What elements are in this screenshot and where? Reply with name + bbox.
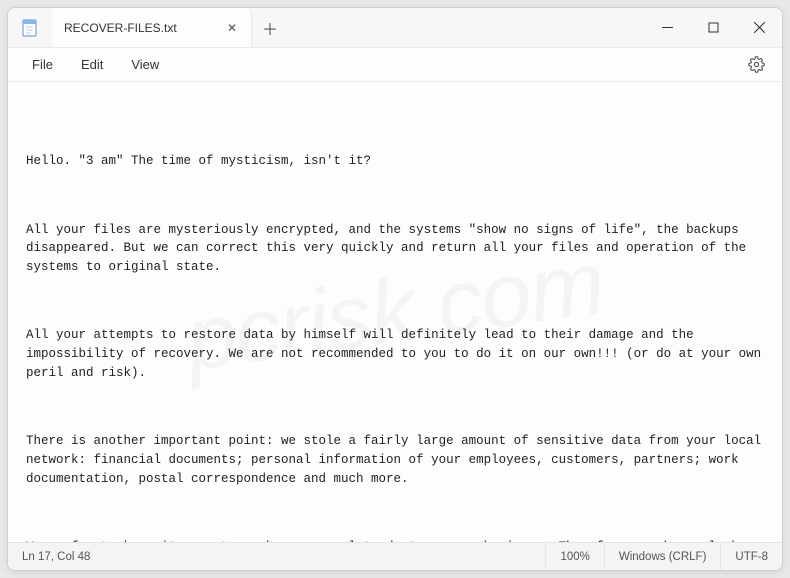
para-3: All your attempts to restore data by him… — [26, 326, 764, 382]
notepad-window: RECOVER-FILES.txt ✕ ＋ File Edit View — [7, 7, 783, 571]
maximize-button[interactable] — [690, 8, 736, 47]
titlebar: RECOVER-FILES.txt ✕ ＋ — [8, 8, 782, 48]
para-5: We prefer to keep it secret, we have no … — [26, 538, 764, 542]
para-1: Hello. "3 am" The time of mysticism, isn… — [26, 152, 764, 171]
status-zoom[interactable]: 100% — [545, 543, 603, 570]
close-tab-icon[interactable]: ✕ — [225, 21, 239, 35]
text-editor-area[interactable]: pcrisk.com Hello. "3 am" The time of mys… — [8, 82, 782, 542]
para-4: There is another important point: we sto… — [26, 432, 764, 488]
statusbar: Ln 17, Col 48 100% Windows (CRLF) UTF-8 — [8, 542, 782, 570]
tab-title: RECOVER-FILES.txt — [64, 21, 217, 35]
menu-file[interactable]: File — [20, 52, 65, 77]
menu-view[interactable]: View — [119, 52, 171, 77]
titlebar-drag-area[interactable] — [288, 8, 644, 47]
status-encoding[interactable]: UTF-8 — [720, 543, 782, 570]
new-tab-button[interactable]: ＋ — [252, 8, 288, 47]
close-window-button[interactable] — [736, 8, 782, 47]
settings-button[interactable] — [742, 51, 770, 79]
window-controls — [644, 8, 782, 47]
menu-edit[interactable]: Edit — [69, 52, 115, 77]
para-2: All your files are mysteriously encrypte… — [26, 221, 764, 277]
app-icon — [8, 8, 52, 47]
file-tab[interactable]: RECOVER-FILES.txt ✕ — [52, 8, 252, 47]
status-line-ending[interactable]: Windows (CRLF) — [604, 543, 721, 570]
menubar: File Edit View — [8, 48, 782, 82]
status-cursor-position[interactable]: Ln 17, Col 48 — [8, 543, 104, 570]
minimize-button[interactable] — [644, 8, 690, 47]
